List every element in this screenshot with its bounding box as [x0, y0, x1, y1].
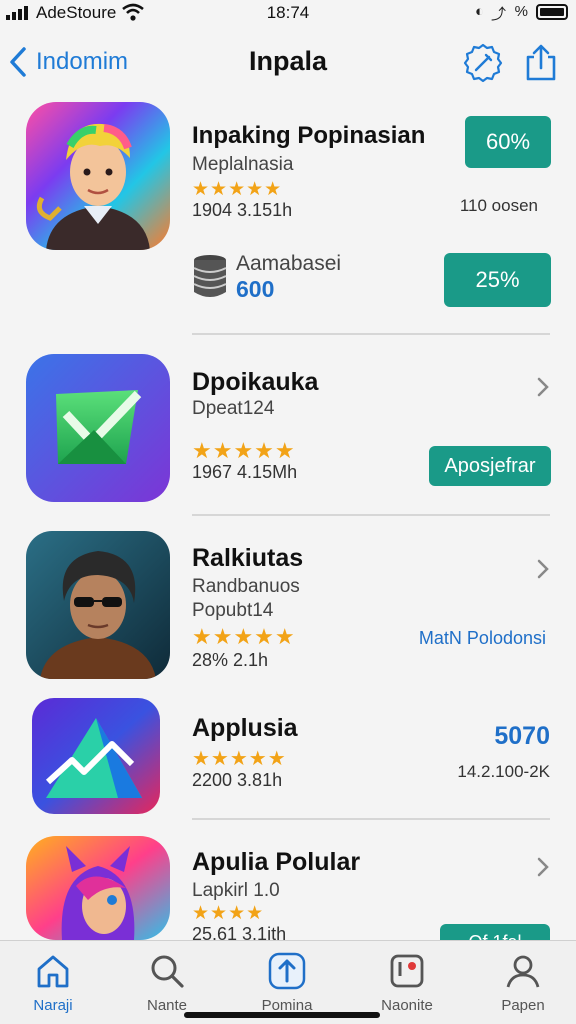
location-icon: ◐ — [474, 3, 484, 20]
app-icon-character — [26, 836, 170, 940]
status-time: 18:74 — [266, 3, 310, 22]
app-icon-chart — [32, 698, 160, 814]
app-meta: 1904 3.151h — [192, 200, 293, 220]
tab-profile[interactable]: Papen — [468, 947, 576, 1017]
app-progress-button[interactable]: 60% — [465, 116, 551, 168]
database-icon — [193, 255, 227, 297]
app-subtitle: Meplalnasia — [192, 154, 294, 175]
app-name: Applusia — [192, 714, 298, 742]
tab-label: Naraji — [33, 997, 73, 1014]
app-icon-avatar — [26, 102, 170, 250]
app-icon-check — [26, 354, 170, 502]
share-icon[interactable] — [520, 42, 562, 84]
divider — [192, 818, 550, 820]
upload-icon — [268, 952, 306, 990]
app-link[interactable]: MatN Polodonsi — [419, 628, 546, 649]
search-icon — [151, 955, 184, 988]
app-name: Inpaking Popinasian — [192, 122, 426, 149]
app-right-meta: 14.2.100-2K — [457, 762, 550, 781]
home-icon — [37, 955, 69, 988]
battery-icon — [536, 4, 568, 20]
home-indicator[interactable] — [184, 1012, 380, 1018]
navigation-bar: Indomim Inpala — [0, 36, 576, 90]
app-icon-portrait — [26, 531, 170, 679]
app-meta: 28% 2.1h — [192, 650, 269, 670]
divider — [192, 333, 550, 335]
rating-stars: ★★★★★ — [192, 748, 287, 770]
app-subtitle: Dpeat124 — [192, 398, 275, 419]
app-meta: 2200 3.81h — [192, 770, 283, 790]
extra-progress-button[interactable]: 25% — [444, 253, 551, 307]
status-bar: AdeStoure 18:74 ◐ ⤴ % — [0, 0, 576, 26]
tab-home[interactable]: Naraji — [0, 947, 108, 1017]
divider — [192, 514, 550, 516]
app-right-meta: 110 oosen — [459, 196, 538, 215]
app-subtitle: Lapkirl 1.0 — [192, 880, 280, 901]
edit-badge-icon[interactable] — [462, 42, 504, 84]
notification-icon — [390, 954, 424, 988]
app-meta: 1967 4.15Mh — [192, 462, 298, 482]
tab-search[interactable]: Nante — [112, 947, 222, 1017]
person-icon — [506, 955, 540, 988]
do-not-disturb-icon: % — [514, 3, 528, 20]
chevron-right-icon[interactable] — [536, 558, 550, 580]
tab-label: Papen — [501, 997, 545, 1014]
app-name: Apulia Polular — [192, 848, 361, 876]
rating-stars: ★★★★★ — [192, 179, 283, 200]
rating-stars: ★★★★★ — [192, 438, 296, 463]
extra-value: 600 — [236, 276, 275, 302]
app-subtitle: Randbanuos — [192, 576, 300, 597]
app-name: Ralkiutas — [192, 544, 304, 572]
app-action-button[interactable]: Aposjefrar — [429, 446, 551, 486]
alarm-icon: ⤴ — [490, 6, 506, 23]
rating-stars: ★★★★★ — [192, 624, 296, 649]
rating-stars: ★★★★ — [192, 903, 265, 924]
app-subtitle-secondary: Popubt14 — [192, 600, 274, 621]
chevron-right-icon[interactable] — [536, 376, 550, 398]
tab-upload[interactable]: Pomina — [232, 947, 342, 1017]
app-name: Dpoikauka — [192, 368, 319, 396]
extra-label: Aamabasei — [236, 252, 342, 275]
chevron-right-icon[interactable] — [536, 856, 550, 878]
tab-notifications[interactable]: Naonite — [352, 947, 462, 1017]
app-right-value: 5070 — [494, 722, 550, 750]
